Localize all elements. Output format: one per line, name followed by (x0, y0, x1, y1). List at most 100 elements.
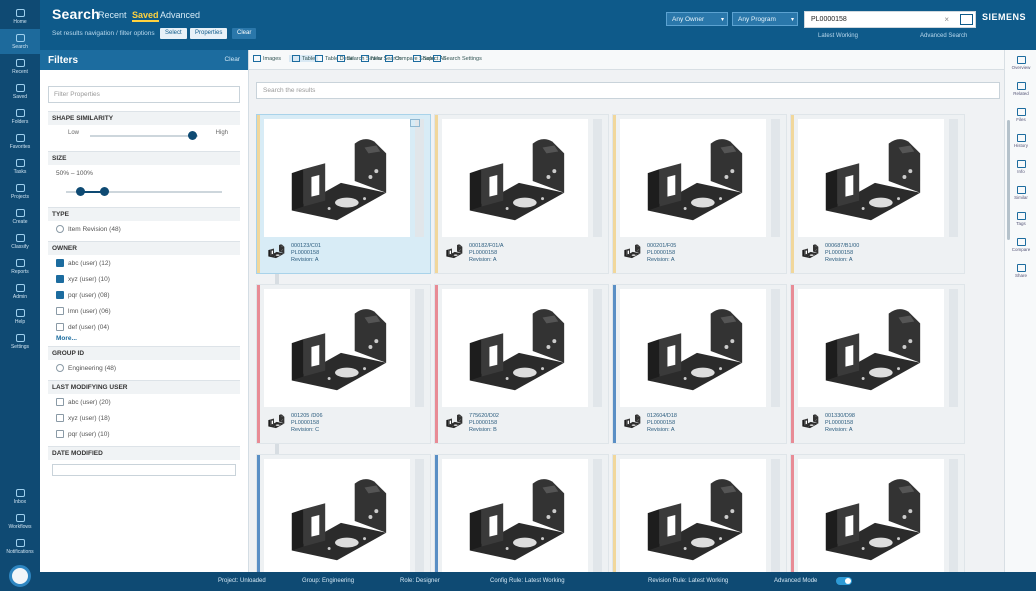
slider-handle[interactable] (188, 131, 197, 140)
checkbox[interactable] (56, 275, 64, 283)
rail-item-0[interactable]: Home (0, 4, 40, 29)
filter-option[interactable]: xyz (user) (10) (48, 271, 240, 287)
checkbox[interactable] (56, 430, 64, 438)
filter-option[interactable]: pqr (user) (08) (48, 287, 240, 303)
radio-icon[interactable] (56, 364, 64, 372)
result-card[interactable] (434, 454, 609, 572)
advanced-mode-toggle[interactable] (836, 577, 852, 585)
part-thumbnail[interactable] (798, 289, 944, 407)
search-icon[interactable] (960, 14, 973, 25)
program-select[interactable]: Any Program ▾ (732, 12, 798, 26)
filter-option[interactable]: xyz (user) (18) (48, 410, 240, 426)
part-thumbnail[interactable] (620, 459, 766, 572)
section-header[interactable]: LAST MODIFYING USER (48, 380, 240, 394)
part-thumbnail[interactable] (264, 289, 410, 407)
rail-item-11[interactable]: Admin (0, 279, 40, 304)
part-thumbnail[interactable] (620, 119, 766, 237)
rail-bottom-item-1[interactable]: Workflows (0, 509, 40, 534)
right-rail-item-4[interactable]: Info (1005, 160, 1036, 174)
close-icon[interactable]: × (944, 15, 949, 24)
date-range-input[interactable] (52, 464, 236, 476)
checkbox[interactable] (56, 307, 64, 315)
result-card[interactable]: 000123/C01 PL0000158 Revision: A (256, 114, 431, 274)
section-header[interactable]: SHAPE SIMILARITY (48, 111, 240, 125)
rail-item-4[interactable]: Folders (0, 104, 40, 129)
result-card[interactable]: 775620/D02 PL0000158 Revision: B (434, 284, 609, 444)
rail-item-2[interactable]: Recent (0, 54, 40, 79)
part-thumbnail[interactable] (442, 289, 588, 407)
shape-similarity-slider[interactable]: Low High (60, 125, 228, 147)
avatar[interactable] (9, 565, 31, 587)
result-card[interactable]: 001205 /D06 PL0000158 Revision: C (256, 284, 431, 444)
section-header[interactable]: DATE MODIFIED (48, 446, 240, 460)
part-thumbnail[interactable] (798, 459, 944, 572)
rail-item-5[interactable]: Favorites (0, 129, 40, 154)
clear-filters-button[interactable]: Clear (224, 56, 240, 63)
section-header[interactable]: GROUP ID (48, 346, 240, 360)
result-card[interactable] (256, 454, 431, 572)
status-revision[interactable]: Revision Rule: Latest Working (648, 578, 728, 584)
filter-option[interactable]: abc (user) (20) (48, 394, 240, 410)
rail-item-7[interactable]: Projects (0, 179, 40, 204)
filter-option[interactable]: pqr (user) (10) (48, 426, 240, 442)
rail-item-13[interactable]: Settings (0, 329, 40, 354)
rail-item-6[interactable]: Tasks (0, 154, 40, 179)
filter-option[interactable]: Engineering (48) (48, 360, 240, 376)
filter-option[interactable]: def (user) (04) (48, 319, 240, 335)
checkbox[interactable] (56, 259, 64, 267)
radio-icon[interactable] (56, 225, 64, 233)
filter-input[interactable]: Filter Properties (48, 86, 240, 103)
part-thumbnail[interactable] (798, 119, 944, 237)
filter-option[interactable]: abc (user) (12) (48, 255, 240, 271)
checkbox[interactable] (56, 323, 64, 331)
select-button[interactable]: Select (160, 28, 187, 39)
right-rail-item-0[interactable]: Overview (1005, 56, 1036, 70)
result-card[interactable]: 012604/D18 PL0000158 Revision: A (612, 284, 787, 444)
slider-handle-max[interactable] (100, 187, 109, 196)
rail-bottom-item-0[interactable]: Inbox (0, 484, 40, 509)
filter-option[interactable]: Item Revision (48) (48, 221, 240, 237)
latest-working-link[interactable]: Latest Working (818, 33, 858, 39)
toolbar-button-0[interactable]: Images (253, 55, 281, 62)
section-header[interactable]: OWNER (48, 241, 240, 255)
result-card[interactable]: 000687/B1/00 PL0000158 Revision: A (790, 114, 965, 274)
search-input[interactable]: PL0000158 × (804, 11, 976, 28)
right-rail-item-8[interactable]: Share (1005, 264, 1036, 278)
result-card[interactable]: 001330/D98 PL0000158 Revision: A (790, 284, 965, 444)
part-thumbnail[interactable] (442, 459, 588, 572)
tab-saved[interactable]: Saved (132, 10, 159, 22)
toolbar-button-7[interactable]: Search Settings (433, 55, 482, 62)
right-rail-item-7[interactable]: Compare (1005, 238, 1036, 252)
right-rail-item-2[interactable]: Files (1005, 108, 1036, 122)
section-header[interactable]: SIZE (48, 151, 240, 165)
filter-option[interactable]: lmn (user) (06) (48, 303, 240, 319)
right-rail-item-1[interactable]: Related (1005, 82, 1036, 96)
tab-recent[interactable]: Recent (98, 10, 127, 20)
owner-select[interactable]: Any Owner ▾ (666, 12, 728, 26)
part-thumbnail[interactable] (264, 459, 410, 572)
more-link[interactable]: More... (48, 335, 240, 342)
rail-item-12[interactable]: Help (0, 304, 40, 329)
rail-item-10[interactable]: Reports (0, 254, 40, 279)
right-rail-item-3[interactable]: History (1005, 134, 1036, 148)
size-slider[interactable] (60, 181, 228, 203)
checkbox[interactable] (56, 414, 64, 422)
status-group[interactable]: Group: Engineering (302, 578, 354, 584)
rail-item-3[interactable]: Saved (0, 79, 40, 104)
status-role[interactable]: Role: Designer (400, 578, 440, 584)
right-rail-item-6[interactable]: Tags (1005, 212, 1036, 226)
right-rail-item-5[interactable]: Similar (1005, 186, 1036, 200)
advanced-search-link[interactable]: Advanced Search (920, 33, 967, 39)
part-thumbnail[interactable] (264, 119, 410, 237)
part-thumbnail[interactable] (620, 289, 766, 407)
checkbox[interactable] (56, 398, 64, 406)
result-card[interactable]: 000201/F05 PL0000158 Revision: A (612, 114, 787, 274)
slider-handle-min[interactable] (76, 187, 85, 196)
clear-button[interactable]: Clear (232, 28, 257, 39)
results-search-input[interactable]: Search the results (256, 82, 1000, 99)
status-project[interactable]: Project: Unloaded (218, 578, 266, 584)
toolbar-button-1[interactable]: Table (289, 55, 319, 62)
rail-item-1[interactable]: Search (0, 29, 40, 54)
result-card[interactable]: 000182/F01/A PL0000158 Revision: A (434, 114, 609, 274)
rail-bottom-item-2[interactable]: Notifications (0, 534, 40, 559)
